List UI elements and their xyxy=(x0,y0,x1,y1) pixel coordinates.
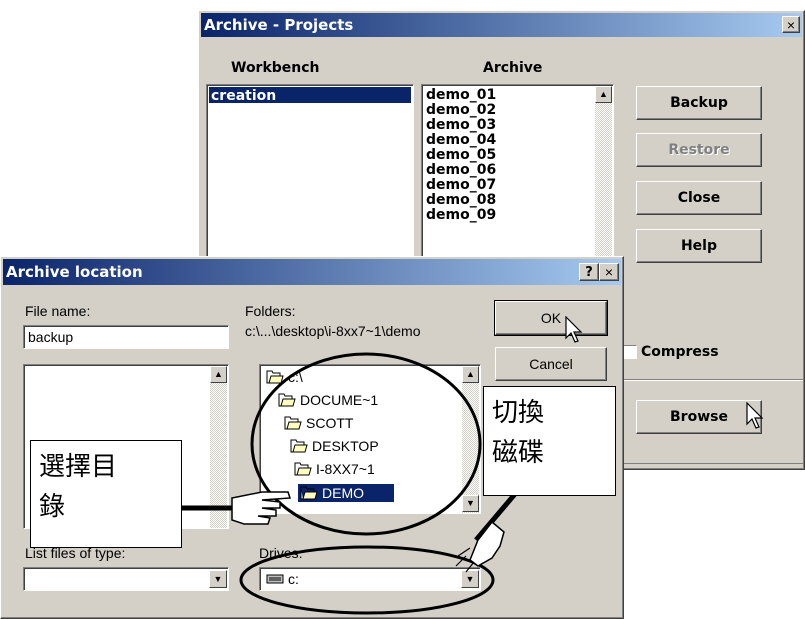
folder-highlight-ellipse xyxy=(250,352,482,536)
hand-pointer-icon-left xyxy=(231,491,292,525)
callout-line-1: 切換 xyxy=(492,398,545,428)
callout-line-2: 磁碟 xyxy=(492,438,545,468)
callout-line-1: 選擇目 xyxy=(39,452,118,482)
select-directory-callout: 選擇目 錄 xyxy=(30,440,182,548)
hand-pointer-icon-right xyxy=(455,520,505,573)
drive-highlight-ellipse xyxy=(239,545,495,615)
switch-disk-callout: 切換 磁碟 xyxy=(483,386,616,496)
callout-line-2: 錄 xyxy=(39,492,66,522)
